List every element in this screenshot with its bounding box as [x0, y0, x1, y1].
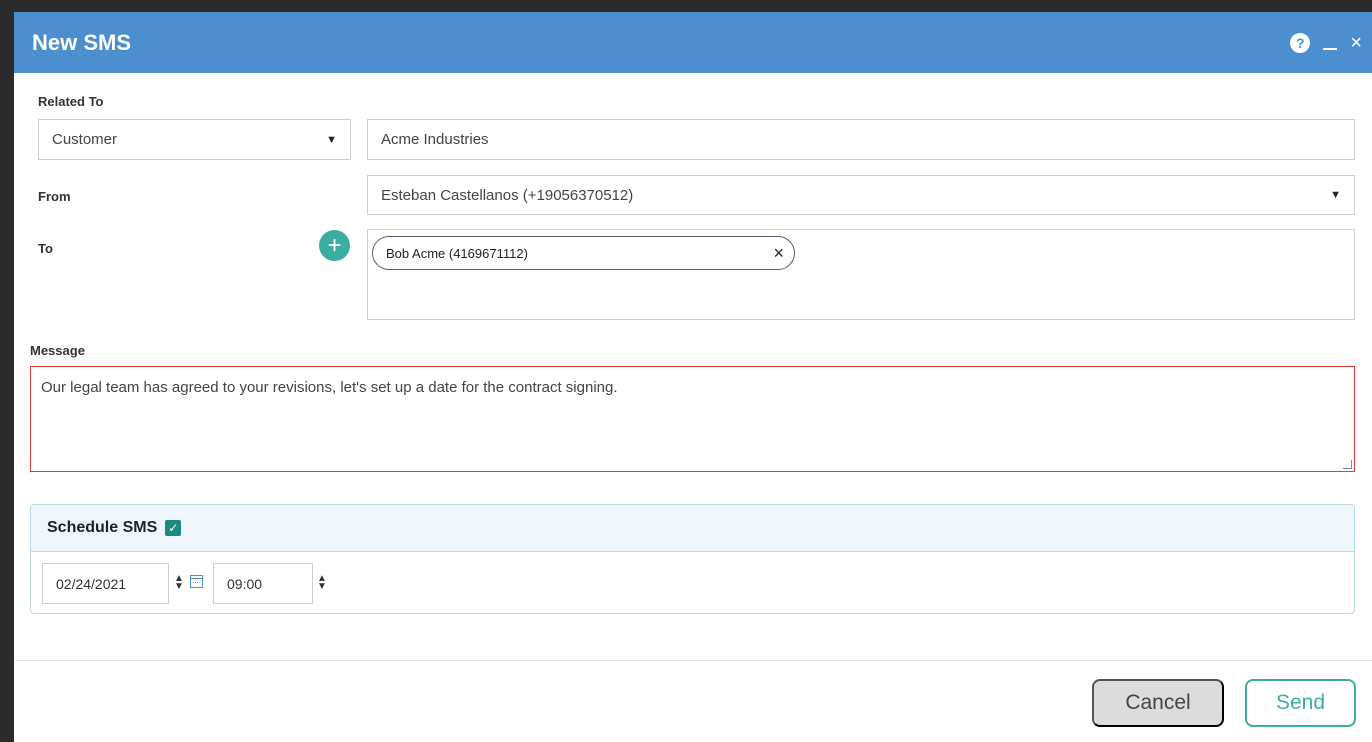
- close-icon[interactable]: ×: [1350, 33, 1362, 53]
- window-controls: ? ×: [1290, 32, 1362, 53]
- schedule-date-value: 02/24/2021: [56, 575, 127, 592]
- related-to-label: Related To: [38, 94, 104, 109]
- date-spinner-icon[interactable]: ▲ ▼: [174, 574, 184, 592]
- schedule-sms-label: Schedule SMS: [47, 519, 158, 536]
- minimize-icon[interactable]: [1322, 33, 1338, 53]
- resize-handle[interactable]: [1343, 460, 1352, 469]
- help-icon[interactable]: ?: [1290, 32, 1311, 53]
- from-select[interactable]: Esteban Castellanos (+19056370512) ▼: [367, 175, 1355, 215]
- message-label: Message: [30, 343, 85, 358]
- message-text: Our legal team has agreed to your revisi…: [41, 379, 618, 396]
- cancel-button[interactable]: Cancel: [1092, 679, 1224, 727]
- time-spinner-icon[interactable]: ▲ ▼: [317, 574, 327, 592]
- footer-divider: [14, 660, 1372, 661]
- related-type-value: Customer: [52, 131, 118, 148]
- caret-down-icon: ▼: [326, 133, 337, 146]
- remove-recipient-icon[interactable]: ×: [773, 243, 784, 264]
- related-entity-input[interactable]: Acme Industries: [367, 119, 1355, 160]
- new-sms-dialog: New SMS ? × Related To Customer ▼ Acme I…: [14, 12, 1372, 742]
- from-label: From: [38, 189, 71, 204]
- dialog-title: New SMS: [32, 29, 132, 55]
- related-type-select[interactable]: Customer ▼: [38, 119, 351, 160]
- schedule-sms-checkbox[interactable]: ✓: [165, 520, 182, 536]
- message-textarea[interactable]: Our legal team has agreed to your revisi…: [30, 366, 1355, 472]
- related-entity-value: Acme Industries: [381, 131, 489, 148]
- schedule-header: Schedule SMS ✓: [31, 505, 1354, 552]
- from-value: Esteban Castellanos (+19056370512): [381, 186, 634, 204]
- schedule-time-value: 09:00: [227, 575, 263, 592]
- add-recipient-button[interactable]: +: [319, 230, 350, 261]
- recipient-chip: Bob Acme (4169671112) ×: [372, 236, 795, 270]
- caret-down-icon: ▼: [1330, 189, 1341, 201]
- to-label: To: [38, 241, 53, 256]
- schedule-date-input[interactable]: 02/24/2021: [42, 563, 169, 604]
- dialog-titlebar: New SMS ? ×: [14, 12, 1372, 73]
- send-button[interactable]: Send: [1245, 679, 1356, 727]
- calendar-icon[interactable]: [190, 575, 203, 588]
- recipient-chip-label: Bob Acme (4169671112): [386, 245, 528, 261]
- schedule-time-input[interactable]: 09:00: [213, 563, 313, 604]
